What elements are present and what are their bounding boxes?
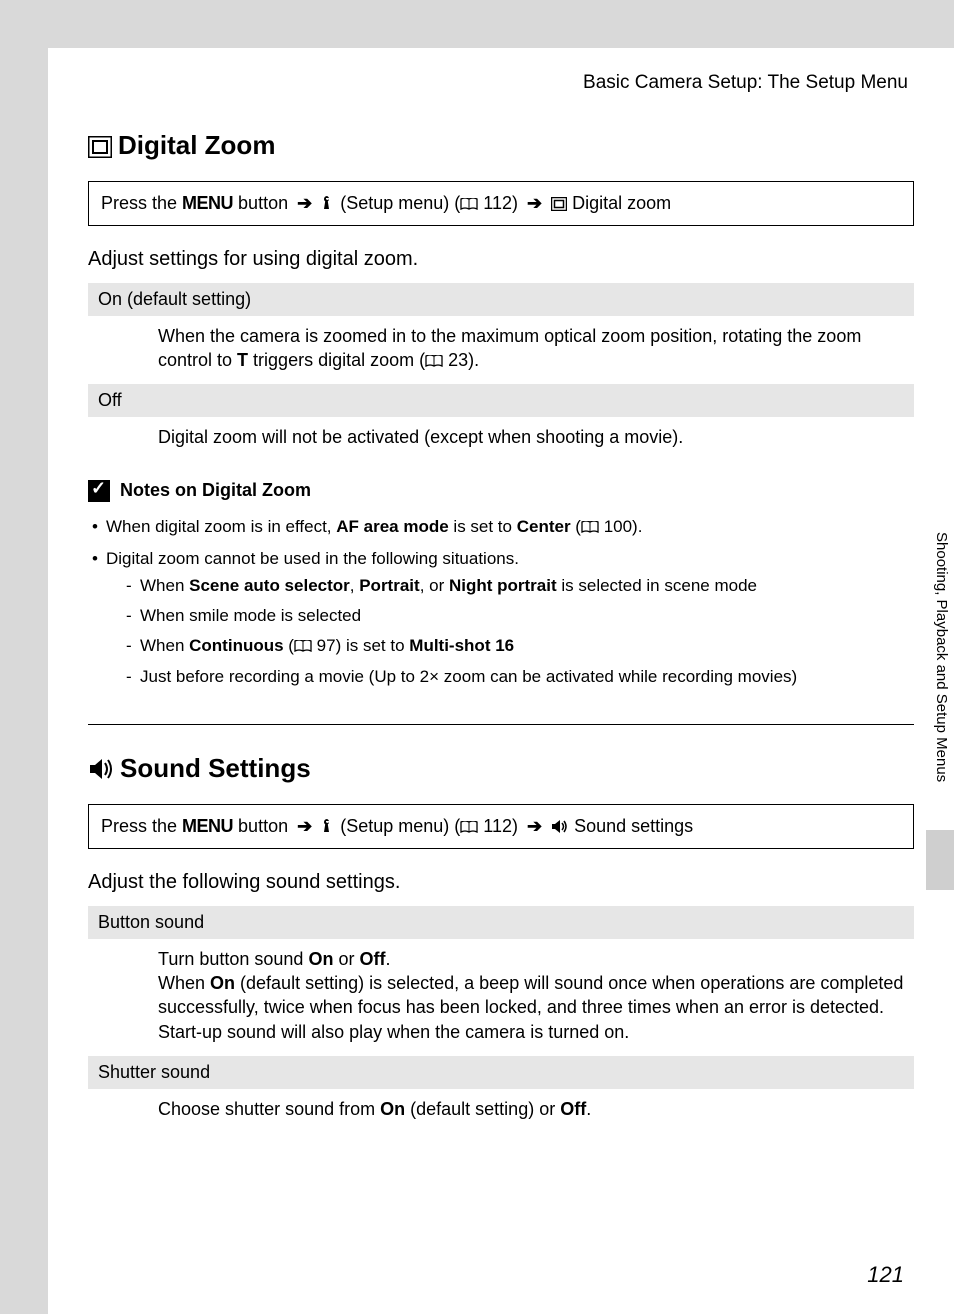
- book-icon: [294, 638, 312, 655]
- option-button-sound-body: Turn button sound On or Off. When On (de…: [88, 939, 914, 1056]
- speaker-icon: [88, 755, 114, 786]
- arrow-icon: ➔: [297, 193, 312, 213]
- book-icon: [581, 519, 599, 536]
- option-button-sound-header: Button sound: [88, 906, 914, 939]
- section-intro: Adjust the following sound settings.: [88, 871, 914, 894]
- section-title-text: Sound Settings: [120, 753, 311, 783]
- text: Choose shutter sound from: [158, 1099, 380, 1119]
- option-shutter-sound-header: Shutter sound: [88, 1056, 914, 1089]
- chapter-header: Basic Camera Setup: The Setup Menu: [88, 72, 908, 94]
- book-icon: [425, 353, 443, 370]
- text: ,: [350, 576, 359, 595]
- text: is set to: [449, 517, 517, 536]
- bold-text: Portrait: [359, 576, 419, 595]
- side-tab-label: Shooting, Playback and Setup Menus: [926, 530, 954, 830]
- arrow-icon: ➔: [527, 816, 542, 836]
- navigation-path-box: Press the MENU button ➔ (Setup menu) ( 1…: [88, 804, 914, 849]
- side-tab: Shooting, Playback and Setup Menus: [926, 530, 954, 890]
- text: Digital zoom cannot be used in the follo…: [106, 549, 519, 568]
- nav-text: (Setup menu) (: [335, 193, 460, 213]
- page-ref: 23).: [443, 350, 479, 370]
- nav-text: Press the: [101, 193, 182, 213]
- text: or: [333, 949, 359, 969]
- text: triggers digital zoom (: [248, 350, 425, 370]
- checkmark-box-icon: [88, 480, 110, 502]
- section-title-sound-settings: Sound Settings: [88, 753, 914, 786]
- text: is selected in scene mode: [557, 576, 757, 595]
- nav-item: Digital zoom: [567, 193, 671, 213]
- sub-item: Just before recording a movie (Up to 2× …: [126, 664, 914, 690]
- option-on-body: When the camera is zoomed in to the maxi…: [88, 316, 914, 385]
- tele-t-letter: T: [237, 350, 248, 370]
- nav-text: Press the: [101, 816, 182, 836]
- sub-item: When Continuous ( 97) is set to Multi-sh…: [126, 633, 914, 659]
- text: .: [385, 949, 390, 969]
- text: (default setting) is selected, a beep wi…: [158, 973, 903, 1042]
- nav-text: (Setup menu) (: [335, 816, 460, 836]
- section-title-digital-zoom: Digital Zoom: [88, 130, 914, 163]
- bold-text: On: [210, 973, 235, 993]
- text: (default setting) or: [405, 1099, 560, 1119]
- navigation-path-box: Press the MENU button ➔ (Setup menu) ( 1…: [88, 181, 914, 226]
- digital-zoom-icon: [88, 132, 112, 163]
- text: When: [158, 973, 210, 993]
- page-number: 121: [867, 1262, 904, 1288]
- arrow-icon: ➔: [527, 193, 542, 213]
- wrench-icon: [321, 816, 335, 836]
- option-off-body: Digital zoom will not be activated (exce…: [88, 417, 914, 461]
- text: , or: [420, 576, 449, 595]
- sub-item: When smile mode is selected: [126, 603, 914, 629]
- bold-text: On: [380, 1099, 405, 1119]
- bold-text: Continuous: [189, 636, 283, 655]
- text: .: [586, 1099, 591, 1119]
- bold-text: On: [308, 949, 333, 969]
- text: (: [284, 636, 294, 655]
- section-title-text: Digital Zoom: [118, 130, 275, 160]
- manual-page: Basic Camera Setup: The Setup Menu Digit…: [48, 48, 954, 1314]
- nav-ref: 112): [478, 816, 523, 836]
- nav-ref: 112): [478, 193, 523, 213]
- notes-list: When digital zoom is in effect, AF area …: [88, 514, 914, 690]
- page-ref: 100).: [599, 517, 642, 536]
- bold-text: Center: [517, 517, 571, 536]
- page-ref: 97) is set to: [312, 636, 409, 655]
- side-tab-marker: [926, 830, 954, 890]
- menu-button-label: MENU: [182, 816, 233, 836]
- section-intro: Adjust settings for using digital zoom.: [88, 248, 914, 271]
- nav-text: button: [233, 816, 293, 836]
- text: When: [140, 636, 189, 655]
- bold-text: AF area mode: [336, 517, 448, 536]
- notes-title: Notes on Digital Zoom: [88, 480, 914, 502]
- digital-zoom-icon-small: [551, 193, 567, 213]
- bold-text: Night portrait: [449, 576, 557, 595]
- wrench-icon: [321, 193, 335, 213]
- nav-text: button: [233, 193, 293, 213]
- option-on-header: On (default setting): [88, 283, 914, 316]
- bold-text: Off: [560, 1099, 586, 1119]
- text: (: [571, 517, 581, 536]
- bold-text: Off: [359, 949, 385, 969]
- note-item: When digital zoom is in effect, AF area …: [92, 514, 914, 540]
- text: When digital zoom is in effect,: [106, 517, 336, 536]
- arrow-icon: ➔: [297, 816, 312, 836]
- section-divider: [88, 724, 914, 725]
- option-shutter-sound-body: Choose shutter sound from On (default se…: [88, 1089, 914, 1133]
- note-item: Digital zoom cannot be used in the follo…: [92, 546, 914, 690]
- speaker-icon-small: [551, 816, 569, 836]
- notes-title-text: Notes on Digital Zoom: [120, 480, 311, 500]
- text: When: [140, 576, 189, 595]
- text: Turn button sound: [158, 949, 308, 969]
- book-icon: [460, 196, 478, 213]
- sub-item: When Scene auto selector, Portrait, or N…: [126, 573, 914, 599]
- option-off-header: Off: [88, 384, 914, 417]
- nav-item: Sound settings: [569, 816, 693, 836]
- sub-list: When Scene auto selector, Portrait, or N…: [106, 573, 914, 690]
- bold-text: Scene auto selector: [189, 576, 350, 595]
- notes-section: Notes on Digital Zoom When digital zoom …: [88, 480, 914, 690]
- book-icon: [460, 819, 478, 836]
- menu-button-label: MENU: [182, 193, 233, 213]
- bold-text: Multi-shot 16: [409, 636, 514, 655]
